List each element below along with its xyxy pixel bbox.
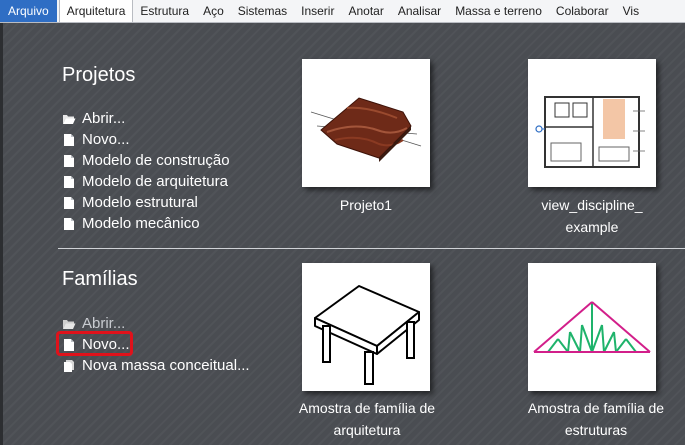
families-title: Famílias bbox=[62, 268, 138, 290]
document-icon bbox=[64, 217, 74, 230]
projects-architecture-template-link[interactable]: Modelo de arquitetura bbox=[62, 171, 230, 192]
highlight-box bbox=[56, 331, 133, 356]
tab-estrutura[interactable]: Estrutura bbox=[133, 0, 196, 22]
recent-project-projeto1-caption: Projeto1 bbox=[339, 197, 393, 213]
family-sample-structure-caption: Amostra de família de estruturas bbox=[510, 397, 682, 441]
families-open-label: Abrir... bbox=[82, 315, 126, 332]
ribbon-tabs: Arquivo Arquitetura Estrutura Aço Sistem… bbox=[0, 0, 685, 23]
section-divider bbox=[58, 248, 685, 249]
projects-links: Abrir... Novo... Modelo de construção Mo… bbox=[62, 108, 230, 234]
folder-open-icon bbox=[63, 114, 76, 124]
projects-open-link[interactable]: Abrir... bbox=[62, 108, 230, 129]
projects-construction-template-link[interactable]: Modelo de construção bbox=[62, 150, 230, 171]
families-new-conceptual-mass-link[interactable]: Nova massa conceitual... bbox=[62, 355, 250, 376]
tab-arquitetura[interactable]: Arquitetura bbox=[58, 0, 134, 22]
tab-colaborar[interactable]: Colaborar bbox=[549, 0, 616, 22]
caption-line-1: Amostra de família de bbox=[298, 400, 436, 416]
truss-thumbnail bbox=[533, 301, 651, 353]
floor-plan-thumbnail bbox=[535, 96, 645, 168]
document-stack-icon bbox=[64, 359, 74, 372]
projects-mechanical-template-label: Modelo mecânico bbox=[82, 215, 200, 232]
document-icon bbox=[64, 133, 74, 146]
projects-mechanical-template-link[interactable]: Modelo mecânico bbox=[62, 213, 230, 234]
projects-architecture-template-label: Modelo de arquitetura bbox=[82, 173, 228, 190]
projects-title: Projetos bbox=[62, 64, 136, 86]
projects-new-label: Novo... bbox=[82, 131, 130, 148]
family-sample-architecture[interactable] bbox=[302, 263, 430, 391]
family-sample-architecture-caption: Amostra de família de arquitetura bbox=[282, 397, 452, 441]
document-icon bbox=[64, 175, 74, 188]
tab-vista[interactable]: Vis bbox=[616, 0, 646, 22]
projects-open-label: Abrir... bbox=[82, 110, 126, 127]
caption-line-2: arquitetura bbox=[333, 422, 401, 438]
left-edge-strip bbox=[0, 23, 3, 445]
projects-structural-template-label: Modelo estrutural bbox=[82, 194, 198, 211]
families-new-conceptual-mass-label: Nova massa conceitual... bbox=[82, 357, 250, 374]
family-sample-structure[interactable] bbox=[528, 263, 656, 391]
recent-project-projeto1[interactable] bbox=[302, 59, 430, 187]
folder-open-icon bbox=[63, 319, 76, 329]
tab-massa-e-terreno[interactable]: Massa e terreno bbox=[448, 0, 549, 22]
caption-line-2: example bbox=[565, 219, 619, 235]
tab-inserir[interactable]: Inserir bbox=[294, 0, 341, 22]
tab-analisar[interactable]: Analisar bbox=[391, 0, 448, 22]
caption-line-1: Amostra de família de bbox=[527, 400, 665, 416]
recent-project-view-discipline[interactable] bbox=[528, 59, 656, 187]
tab-arquivo[interactable]: Arquivo bbox=[0, 0, 57, 22]
caption-line-2: estruturas bbox=[564, 422, 628, 438]
tab-aco[interactable]: Aço bbox=[196, 0, 231, 22]
projects-construction-template-label: Modelo de construção bbox=[82, 152, 230, 169]
projects-new-link[interactable]: Novo... bbox=[62, 129, 230, 150]
recent-project-view-discipline-caption: view_discipline_ example bbox=[506, 194, 678, 238]
terrain-thumbnail bbox=[310, 97, 422, 162]
document-icon bbox=[64, 154, 74, 167]
tab-anotar[interactable]: Anotar bbox=[341, 0, 390, 22]
table-thumbnail bbox=[314, 285, 420, 385]
projects-structural-template-link[interactable]: Modelo estrutural bbox=[62, 192, 230, 213]
tab-sistemas[interactable]: Sistemas bbox=[231, 0, 294, 22]
caption-line-1: view_discipline_ bbox=[541, 197, 643, 213]
document-icon bbox=[64, 196, 74, 209]
